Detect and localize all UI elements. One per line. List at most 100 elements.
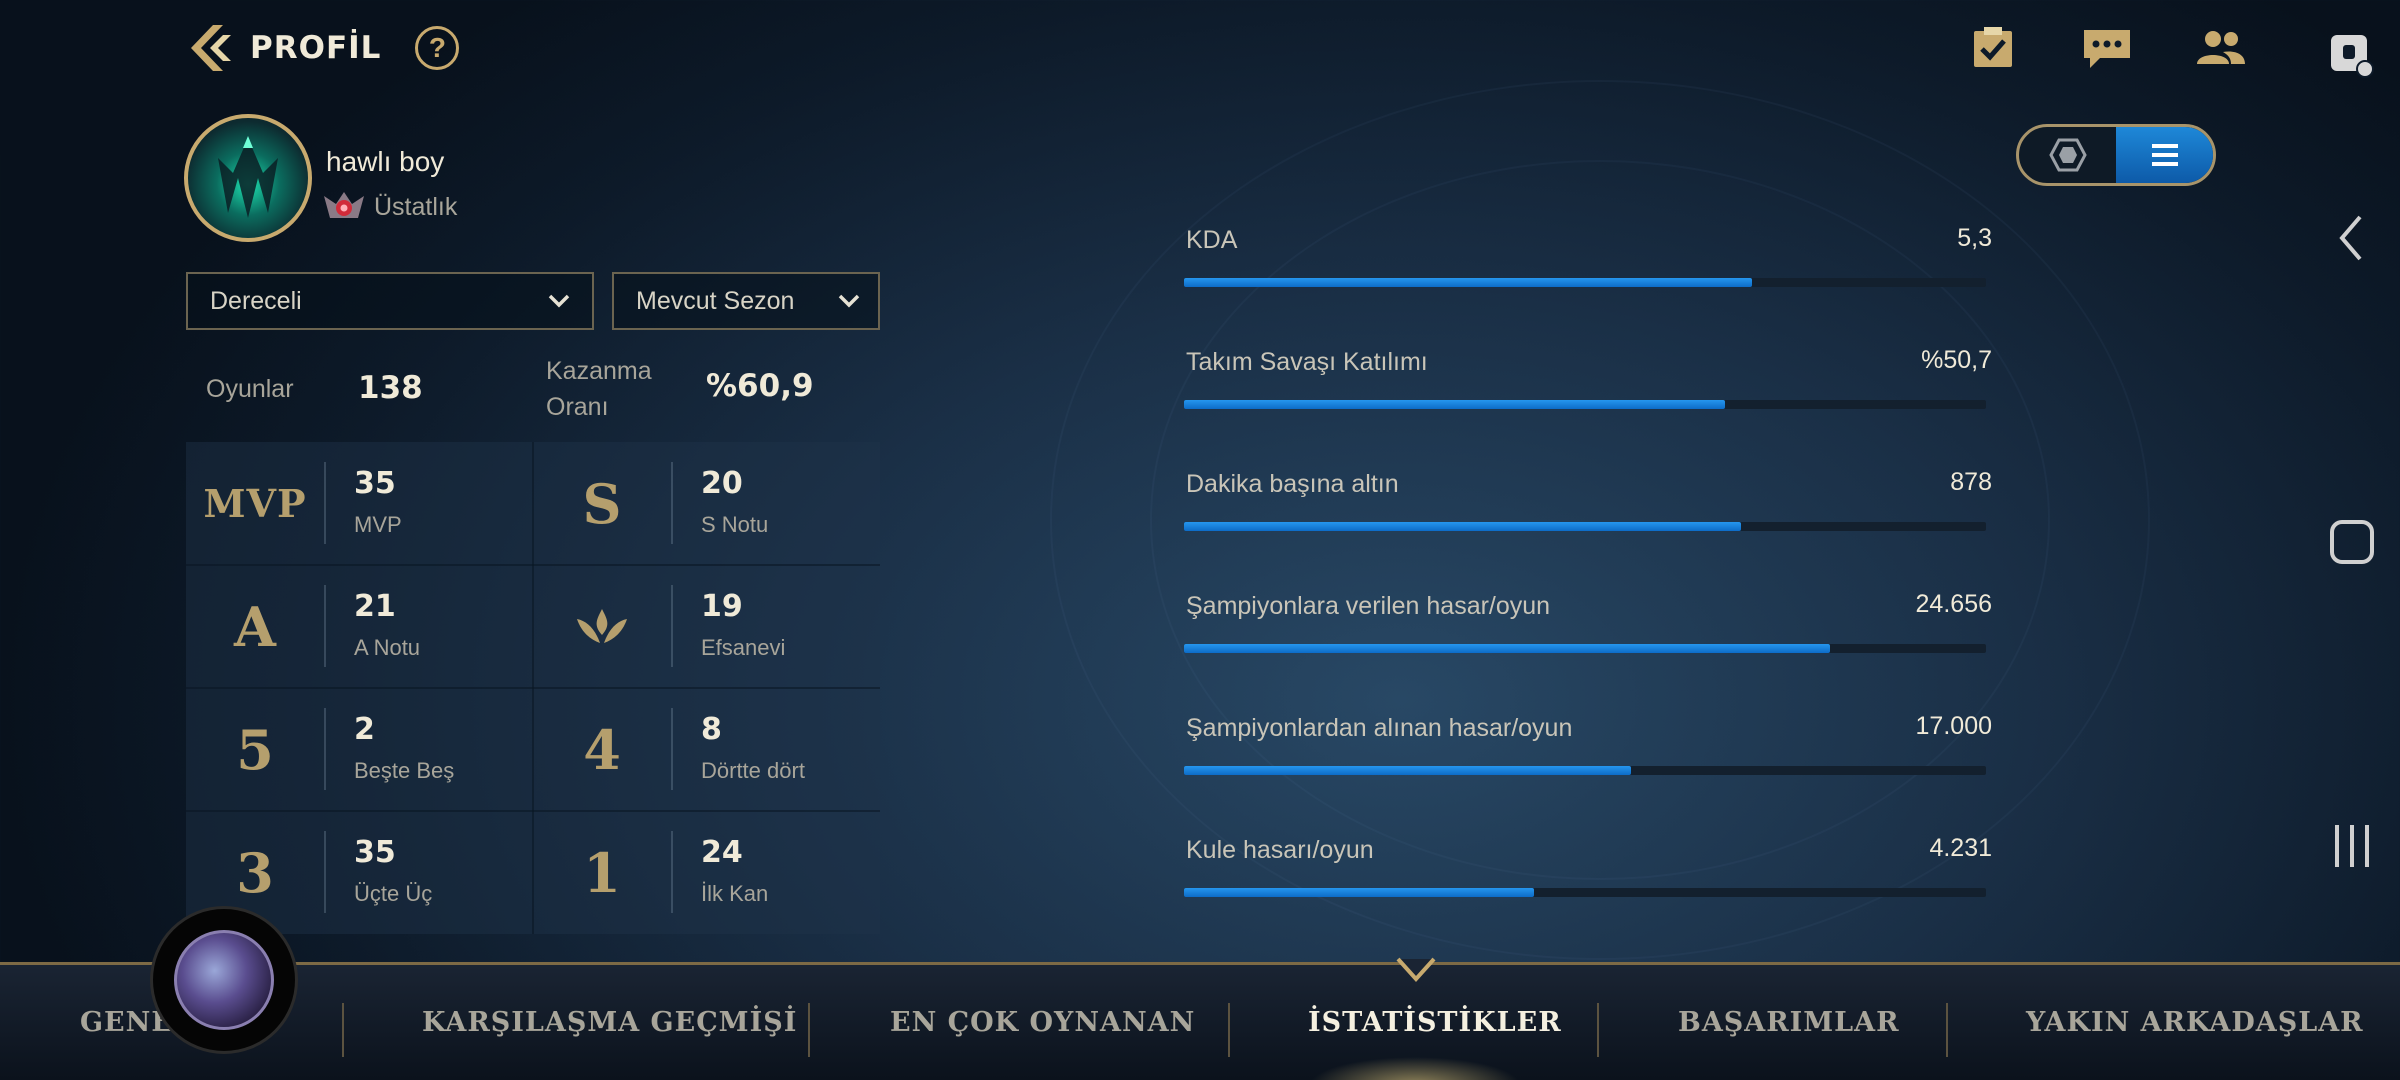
badge-label: Üçte Üç xyxy=(354,881,433,906)
stat-label: KDA xyxy=(1186,226,1238,254)
chat-bubble-icon xyxy=(2084,30,2130,68)
list-icon xyxy=(2151,144,2178,166)
nav-recents-button[interactable] xyxy=(2324,818,2380,874)
queue-dropdown-value: Dereceli xyxy=(210,286,302,315)
tab-separator xyxy=(1228,1003,1230,1057)
top-icon-bar xyxy=(1964,22,2250,74)
stat-value: 17.000 xyxy=(1915,712,1992,740)
badge-grid: MVP 35 MVP S 20 S Notu A 21 A Notu 19 Ef… xyxy=(186,442,880,934)
friends-icon xyxy=(2197,31,2245,64)
stat-label: Dakika başına altın xyxy=(1186,470,1399,498)
back-button[interactable] xyxy=(180,18,240,78)
champion-portrait-button[interactable] xyxy=(150,906,298,1054)
rank-row: Üstatlık xyxy=(322,190,457,224)
stat-value: 5,3 xyxy=(1957,224,1992,252)
stat-bar-fill xyxy=(1184,522,1741,531)
list-view-button[interactable] xyxy=(2116,127,2213,183)
tab-separator xyxy=(1597,1003,1599,1057)
badge-value: 35 xyxy=(354,835,396,870)
missions-button[interactable] xyxy=(1964,22,2022,74)
tab-close-friends[interactable]: YAKIN ARKADAŞLAR xyxy=(2026,1007,2364,1038)
mvp-icon: MVP xyxy=(203,481,307,526)
chevron-down-icon xyxy=(548,294,570,308)
tab-separator xyxy=(1946,1003,1948,1057)
stat-bar-fill xyxy=(1184,766,1631,775)
screen-lock-icon xyxy=(2331,35,2374,78)
tab-achievements[interactable]: BAŞARIMLAR xyxy=(1678,1007,1900,1038)
rank-emblem-icon xyxy=(324,192,364,218)
badge-cell-mvp: MVP 35 MVP xyxy=(186,442,533,565)
stat-bar-fill xyxy=(1184,400,1725,409)
clipboard-check-icon xyxy=(1974,27,2012,67)
stat-row: Şampiyonlardan alınan hasar/oyun 17.000 xyxy=(1184,698,1992,820)
badge-cell-first-blood: 1 24 İlk Kan xyxy=(533,811,880,934)
hexagon-icon xyxy=(2048,138,2087,172)
season-dropdown[interactable]: Mevcut Sezon xyxy=(612,272,880,330)
badge-label: MVP xyxy=(354,512,402,537)
view-toggle xyxy=(2016,124,2216,186)
badge-value: 8 xyxy=(701,712,722,747)
badge-value: 20 xyxy=(701,466,743,501)
badge-value: 35 xyxy=(354,466,396,501)
badge-label: İlk Kan xyxy=(701,881,769,906)
stat-value: 878 xyxy=(1950,468,1992,496)
tab-separator xyxy=(808,1003,810,1057)
help-button[interactable]: ? xyxy=(415,26,460,70)
radar-view-button[interactable] xyxy=(2019,127,2116,183)
tab-most-played[interactable]: EN ÇOK OYNANAN xyxy=(890,1007,1195,1038)
winrate-label-line1: Kazanma xyxy=(546,357,652,385)
stat-bar-fill xyxy=(1184,644,1830,653)
badge-label: A Notu xyxy=(354,635,421,660)
badge-cell-a-grade: A 21 A Notu xyxy=(186,565,533,688)
stat-label: Şampiyonlara verilen hasar/oyun xyxy=(1186,592,1551,620)
badge-value: 21 xyxy=(354,589,396,624)
badge-label: Beşte Beş xyxy=(354,758,455,783)
recents-icon xyxy=(2335,825,2369,867)
chevron-down-icon xyxy=(838,294,860,308)
profile-avatar[interactable] xyxy=(184,114,312,242)
badge-label: S Notu xyxy=(701,512,769,537)
tab-separator xyxy=(342,1003,344,1057)
queue-dropdown[interactable]: Dereceli xyxy=(186,272,594,330)
stat-value: 4.231 xyxy=(1929,834,1992,862)
screen-record-button[interactable] xyxy=(2324,28,2380,84)
badge-value: 19 xyxy=(701,589,743,624)
games-value: 138 xyxy=(358,370,423,406)
stat-label: Takım Savaşı Katılımı xyxy=(1186,348,1428,376)
nav-back-button[interactable] xyxy=(2324,210,2380,266)
stat-bar-track xyxy=(1184,644,1986,653)
nav-home-button[interactable] xyxy=(2324,514,2380,570)
badge-label: Efsanevi xyxy=(701,635,786,660)
chevron-left-icon xyxy=(2339,215,2362,261)
stat-bar-track xyxy=(1184,766,1986,775)
stat-label: Kule hasarı/oyun xyxy=(1186,836,1374,864)
summary-row: Oyunlar 138 Kazanma Oranı %60,9 xyxy=(186,352,880,442)
stat-bar-fill xyxy=(1184,278,1752,287)
friends-button[interactable] xyxy=(2192,22,2250,74)
bottom-tab-bar: GENEL KARŞILAŞMA GEÇMİŞİ EN ÇOK OYNANAN … xyxy=(0,957,2400,1080)
avatar-crown-icon xyxy=(218,136,278,218)
stat-row: Takım Savaşı Katılımı %50,7 xyxy=(1184,332,1992,454)
champion-avatar xyxy=(174,930,274,1030)
stat-value: %50,7 xyxy=(1921,346,1992,374)
quadra-kill-icon: 4 xyxy=(583,717,621,782)
games-label: Oyunlar xyxy=(206,375,294,403)
winrate-value: %60,9 xyxy=(706,368,814,404)
tab-match-history[interactable]: KARŞILAŞMA GEÇMİŞİ xyxy=(422,1007,797,1038)
a-grade-icon: A xyxy=(234,594,276,659)
first-blood-icon: 1 xyxy=(583,840,621,905)
tab-statistics[interactable]: İSTATİSTİKLER xyxy=(1308,1007,1562,1038)
stat-bar-track xyxy=(1184,522,1986,531)
stat-row: Kule hasarı/oyun 4.231 xyxy=(1184,820,1992,942)
stat-row: Dakika başına altın 878 xyxy=(1184,454,1992,576)
home-square-icon xyxy=(2330,520,2374,564)
chat-button[interactable] xyxy=(2078,22,2136,74)
badge-cell-penta-kill: 5 2 Beşte Beş xyxy=(186,688,533,811)
badge-label: Dörtte dört xyxy=(701,758,805,783)
stat-bar-fill xyxy=(1184,888,1534,897)
s-grade-icon: S xyxy=(582,471,622,536)
header: PROFİL ? xyxy=(180,18,460,78)
rank-label: Üstatlık xyxy=(374,192,458,221)
stat-value: 24.656 xyxy=(1915,590,1992,618)
season-dropdown-value: Mevcut Sezon xyxy=(636,286,795,315)
